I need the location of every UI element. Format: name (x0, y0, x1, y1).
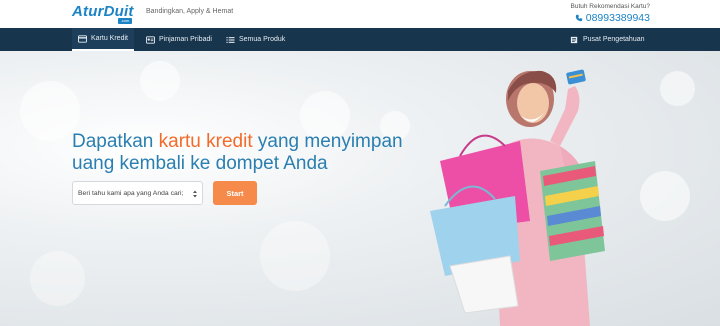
hero-headline: Dapatkan kartu kredit yang menyimpan uan… (72, 131, 403, 175)
bokeh-light (20, 81, 80, 141)
document-icon (570, 36, 578, 43)
select-placeholder: Beri tahu kami apa yang Anda cari; (78, 189, 184, 197)
nav-label: Kartu Kredit (91, 35, 128, 42)
tagline: Bandingkan, Apply & Hemat (146, 8, 234, 15)
bokeh-light (260, 221, 330, 291)
contact-block: Butuh Rekomendasi Kartu? 08993389943 (571, 3, 651, 24)
nav-item-semua-produk[interactable]: Semua Produk (226, 28, 285, 51)
headline-part2: yang menyimpan (252, 131, 403, 152)
credit-card-icon (78, 34, 87, 43)
headline-highlight: kartu kredit (158, 131, 253, 152)
nav-label: Pinjaman Pribadi (159, 36, 212, 43)
headline-part1: Dapatkan (72, 131, 159, 152)
headline-line2: uang kembali ke dompet Anda (72, 153, 328, 174)
phone-icon (575, 14, 582, 22)
hero-banner: Dapatkan kartu kredit yang menyimpan uan… (0, 51, 720, 326)
top-header: AturDuit .com Bandingkan, Apply & Hemat … (0, 0, 720, 28)
aturduit-logo[interactable]: AturDuit .com (72, 3, 134, 25)
phone-link[interactable]: 08993389943 (571, 12, 650, 24)
phone-number: 08993389943 (585, 12, 650, 24)
nav-item-kartu-kredit[interactable]: Kartu Kredit (72, 28, 134, 51)
id-card-icon (146, 35, 155, 44)
main-nav: Kartu Kredit Pinjaman Pribadi Semua Prod… (0, 28, 720, 51)
bokeh-light (660, 71, 695, 106)
bokeh-light (640, 171, 690, 221)
list-icon (226, 36, 235, 43)
nav-label: Semua Produk (239, 36, 286, 43)
bokeh-light (30, 251, 85, 306)
woman-shopping-illustration (430, 69, 605, 326)
bokeh-light (140, 61, 180, 101)
nav-label: Pusat Pengetahuan (583, 36, 645, 43)
select-arrows-icon (193, 190, 197, 198)
nav-item-pinjaman-pribadi[interactable]: Pinjaman Pribadi (146, 28, 212, 51)
search-select[interactable]: Beri tahu kami apa yang Anda cari; (72, 181, 203, 205)
logo-badge: .com (118, 18, 132, 24)
start-button[interactable]: Start (213, 181, 257, 205)
nav-item-pusat-pengetahuan[interactable]: Pusat Pengetahuan (570, 28, 645, 51)
contact-label: Butuh Rekomendasi Kartu? (570, 3, 651, 10)
